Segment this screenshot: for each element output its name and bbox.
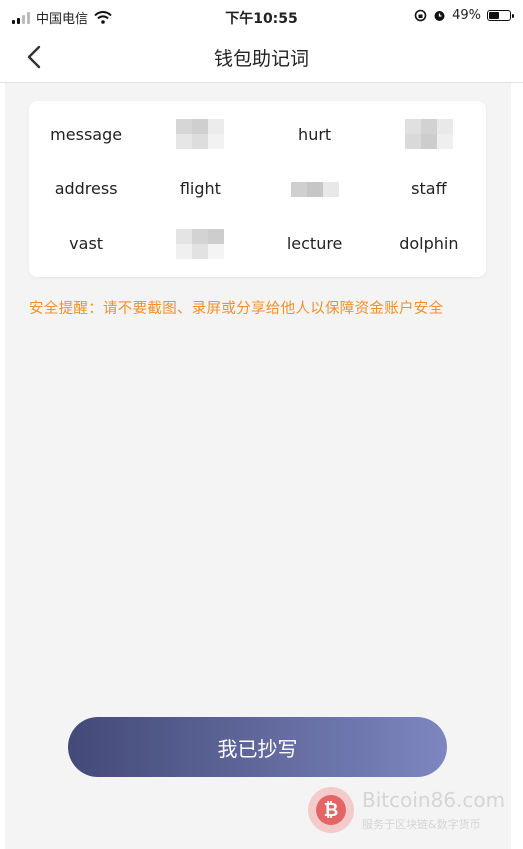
mnemonic-grid: message hurt address flight staff vast l… — [29, 101, 486, 277]
bitcoin-logo-icon: ₿ — [308, 787, 354, 833]
rotation-lock-icon — [414, 9, 427, 22]
mnemonic-word-redacted — [143, 216, 257, 271]
watermark-tagline: 服务于区块链&数字货币 — [362, 818, 481, 831]
main-content: message hurt address flight staff vast l… — [5, 83, 511, 849]
mnemonic-word: staff — [411, 179, 447, 199]
mnemonic-word-redacted — [258, 162, 372, 217]
bitcoin-logo-letter: ₿ — [316, 795, 346, 825]
security-warning: 安全提醒：请不要截图、录屏或分享给他人以保障资金账户安全 — [29, 301, 444, 317]
mnemonic-word: message — [50, 124, 123, 144]
mnemonic-word: hurt — [298, 124, 332, 144]
watermark: ₿ Bitcoin86.com 服务于区块链&数字货币 — [308, 783, 511, 843]
battery-icon — [487, 10, 514, 21]
mnemonic-word: vast — [69, 234, 104, 254]
page-title: 钱包助记词 — [213, 48, 309, 70]
mnemonic-word: lecture — [286, 234, 343, 254]
mnemonic-word-redacted — [143, 107, 257, 162]
watermark-brand: Bitcoin86.com — [362, 788, 506, 812]
battery-percent: 49% — [452, 8, 481, 23]
status-bar: 中国电信 下午10:55 49% — [0, 0, 523, 34]
pixelated-redaction — [404, 119, 453, 150]
pixelated-redaction — [176, 119, 225, 150]
alarm-icon — [434, 11, 445, 21]
mnemonic-word-redacted — [372, 107, 486, 162]
status-right: 49% — [414, 8, 514, 23]
mnemonic-word: flight — [179, 179, 221, 199]
mnemonic-card: message hurt address flight staff vast l… — [29, 101, 486, 277]
pixelated-redaction — [176, 228, 225, 259]
mnemonic-word: dolphin — [399, 234, 459, 254]
mnemonic-word: address — [54, 179, 118, 199]
copied-confirm-button[interactable]: 我已抄写 — [68, 717, 447, 777]
pixelated-redaction — [290, 174, 339, 204]
nav-bar: 钱包助记词 — [0, 34, 523, 83]
